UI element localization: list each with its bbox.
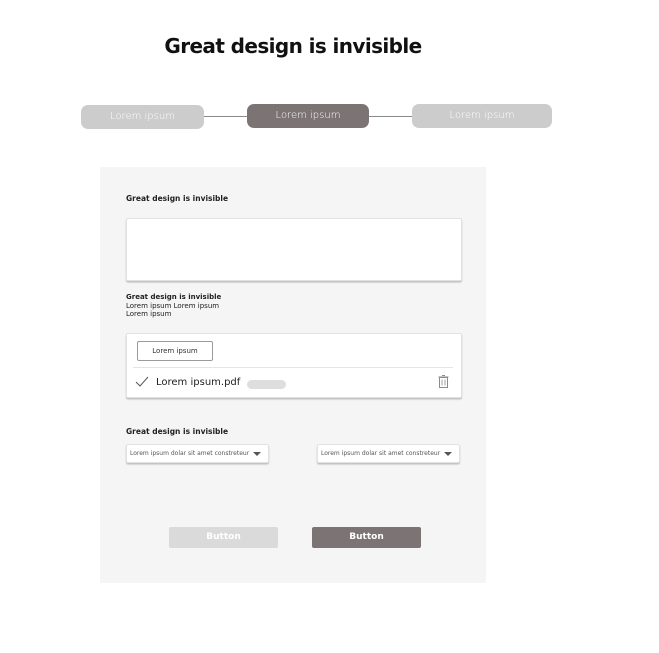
select-value: Lorem ipsum dolar sit amet constreteur <box>130 450 250 457</box>
section-title: Great design is invisible <box>126 427 229 436</box>
section-title: Great design is invisible <box>126 194 229 203</box>
upload-desc-line: Lorem ipsum Lorem ipsum <box>126 301 220 310</box>
file-name: Lorem ipsum.pdf <box>156 377 241 388</box>
chevron-down-icon <box>253 452 261 456</box>
check-icon <box>135 375 149 387</box>
upload-progress <box>247 380 286 389</box>
text-area[interactable] <box>126 218 462 281</box>
file-upload-box: Lorem ipsum Lorem ipsum.pdf <box>126 333 462 398</box>
chevron-down-icon <box>444 452 452 456</box>
divider <box>133 367 453 368</box>
upload-description: Great design is invisible Lorem ipsum Lo… <box>126 293 221 319</box>
stepper-connector <box>369 116 413 117</box>
select-dropdown-1[interactable]: Lorem ipsum dolar sit amet constreteur <box>126 444 269 463</box>
step-1[interactable]: Lorem ipsum <box>81 105 204 129</box>
select-dropdown-2[interactable]: Lorem ipsum dolar sit amet constreteur <box>317 444 460 463</box>
upload-desc-line: Lorem ipsum <box>126 310 172 318</box>
select-value: Lorem ipsum dolar sit amet constreteur <box>321 450 441 457</box>
primary-button[interactable]: Button <box>312 527 421 548</box>
step-3[interactable]: Lorem ipsum <box>412 104 552 128</box>
secondary-button[interactable]: Button <box>169 527 278 548</box>
page-title: Great design is invisible <box>164 34 422 58</box>
step-2[interactable]: Lorem ipsum <box>247 104 369 128</box>
form-card: Great design is invisible Great design i… <box>100 167 486 583</box>
trash-icon[interactable] <box>438 375 449 388</box>
upload-title: Great design is invisible <box>126 293 222 301</box>
stepper-connector <box>204 116 248 117</box>
upload-button[interactable]: Lorem ipsum <box>137 341 213 361</box>
